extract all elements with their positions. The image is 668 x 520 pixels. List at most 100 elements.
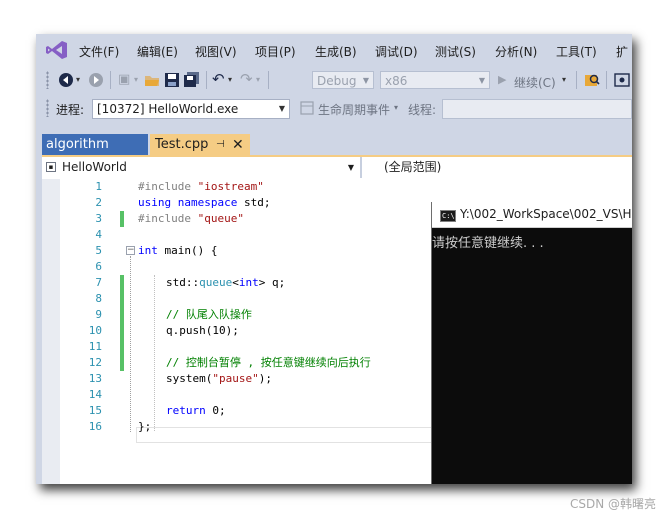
code-line-3: #include "queue" (138, 212, 244, 225)
process-value: [10372] HelloWorld.exe (97, 102, 239, 116)
line-number: 3 (95, 212, 102, 225)
indent-guide (154, 275, 156, 431)
continue-dropdown-icon[interactable]: ▾ (562, 72, 566, 88)
undo-icon[interactable]: ↶ (212, 71, 225, 87)
change-indicator (120, 211, 124, 227)
line-number: 4 (95, 228, 102, 241)
glyph-margin[interactable] (42, 179, 60, 484)
member-scope-value: (全局范围) (384, 160, 442, 174)
process-select[interactable]: [10372] HelloWorld.exe ▼ (92, 99, 290, 119)
lifecycle-events-icon[interactable] (300, 101, 314, 115)
project-scope-icon: ▪ (46, 162, 56, 172)
line-number: 13 (88, 372, 102, 385)
process-label: 进程: (56, 103, 85, 117)
change-indicator (120, 275, 124, 307)
line-number: 15 (88, 404, 102, 417)
console-title-bar[interactable]: C:\ Y:\002_WorkSpace\002_VS\He (432, 202, 632, 228)
code-line-13: system("pause"); (166, 372, 272, 385)
project-scope-select[interactable]: ▪ HelloWorld ▼ (42, 157, 362, 178)
close-tab-icon[interactable]: ✕ (232, 134, 244, 156)
menu-bar: 文件(F) 编辑(E) 视图(V) 项目(P) 生成(B) 调试(D) 测试(S… (36, 34, 632, 66)
console-app-icon: C:\ (440, 210, 456, 222)
lifecycle-dropdown-icon[interactable]: ▾ (394, 100, 398, 116)
line-number: 5 (95, 244, 102, 257)
thread-select[interactable] (442, 99, 632, 119)
undo-dropdown-icon[interactable]: ▾ (228, 72, 232, 88)
chevron-down-icon: ▼ (362, 76, 369, 85)
lifecycle-events-button[interactable]: 生命周期事件 (318, 101, 390, 118)
menu-build[interactable]: 生成(B) (315, 43, 357, 60)
member-scope-select[interactable]: (全局范围) (384, 157, 441, 178)
line-number: 14 (88, 388, 102, 401)
play-icon[interactable]: ▶ (498, 72, 506, 88)
console-window[interactable]: C:\ Y:\002_WorkSpace\002_VS\He 请按任意键继续. … (431, 202, 632, 484)
toolbar-separator (206, 71, 207, 89)
code-line-7: std::queue<int> q; (166, 276, 286, 289)
visual-studio-logo-icon[interactable] (46, 40, 68, 60)
thread-label: 线程: (408, 103, 437, 117)
standard-toolbar: ▾ ▣ ▾ ↶ ▾ ↷ ▾ Debug ▼ x86 ▼ ▶ 继续(C) ▾ (36, 66, 632, 94)
line-number: 8 (95, 292, 102, 305)
console-output: 请按任意键继续. . . (432, 236, 544, 251)
code-line-9: // 队尾入队操作 (166, 308, 252, 321)
line-number: 10 (88, 324, 102, 337)
code-line-2: using namespace std; (138, 196, 271, 209)
platform-value: x86 (385, 74, 408, 88)
code-line-16: }; (138, 420, 152, 433)
menu-analyze[interactable]: 分析(N) (495, 43, 537, 60)
menu-extensions[interactable]: 扩 (616, 43, 628, 60)
menu-file[interactable]: 文件(F) (79, 43, 119, 60)
open-folder-icon[interactable] (144, 72, 160, 88)
navigation-bar: ▪ HelloWorld ▼ (全局范围) (42, 157, 632, 180)
code-line-5: int main() { (138, 244, 218, 257)
configuration-value: Debug (317, 74, 357, 88)
pin-tab-icon[interactable]: ⊣ (216, 134, 225, 156)
console-title: Y:\002_WorkSpace\002_VS\He (460, 207, 632, 221)
menu-view[interactable]: 视图(V) (195, 43, 237, 60)
line-number: 6 (95, 260, 102, 273)
redo-icon[interactable]: ↷ (240, 71, 253, 87)
code-line-15: return 0; (166, 404, 226, 417)
forward-navigate-icon[interactable] (88, 72, 104, 88)
chevron-down-icon: ▼ (347, 163, 354, 172)
chevron-down-icon: ▼ (478, 76, 485, 85)
toolbar-separator (110, 71, 111, 89)
toolbar-grip[interactable] (46, 99, 49, 117)
fold-guide-line (130, 256, 132, 432)
menu-edit[interactable]: 编辑(E) (137, 43, 178, 60)
solution-configuration-select[interactable]: Debug ▼ (312, 71, 374, 89)
collapse-region-icon[interactable]: − (126, 246, 135, 255)
toolbar-separator (606, 71, 607, 89)
new-project-dropdown-icon[interactable]: ▾ (134, 72, 138, 88)
tab-label: Test.cpp (155, 137, 209, 152)
new-project-icon[interactable]: ▣ (118, 72, 130, 88)
line-number: 9 (95, 308, 102, 321)
project-scope-value: HelloWorld (62, 160, 127, 174)
line-number: 7 (95, 276, 102, 289)
line-number: 1 (95, 180, 102, 193)
toolbar-grip[interactable] (46, 71, 49, 89)
line-number: 2 (95, 196, 102, 209)
line-number: 11 (88, 340, 102, 353)
toolbar-separator (576, 71, 577, 89)
find-in-files-icon[interactable] (584, 72, 600, 88)
code-line-10: q.push(10); (166, 324, 239, 337)
continue-button[interactable]: 继续(C) (514, 74, 556, 91)
menu-debug[interactable]: 调试(D) (375, 43, 418, 60)
menu-tools[interactable]: 工具(T) (556, 43, 597, 60)
tab-test-cpp[interactable]: Test.cpp ⊣ ✕ (150, 134, 250, 156)
tab-algorithm[interactable]: algorithm (42, 134, 148, 156)
watermark: CSDN @韩曙亮 (569, 497, 656, 511)
screenshot-window-icon[interactable] (614, 72, 630, 88)
solution-platform-select[interactable]: x86 ▼ (380, 71, 490, 89)
menu-test[interactable]: 测试(S) (435, 43, 476, 60)
back-navigate-icon[interactable] (58, 72, 74, 88)
redo-dropdown-icon[interactable]: ▾ (256, 72, 260, 88)
code-line-1: #include "iostream" (138, 180, 264, 193)
back-dropdown-icon[interactable]: ▾ (76, 72, 80, 88)
toolbar-separator (268, 71, 269, 89)
save-all-icon[interactable] (184, 72, 200, 88)
change-indicator (120, 307, 124, 371)
menu-project[interactable]: 项目(P) (255, 43, 296, 60)
save-icon[interactable] (164, 72, 180, 88)
